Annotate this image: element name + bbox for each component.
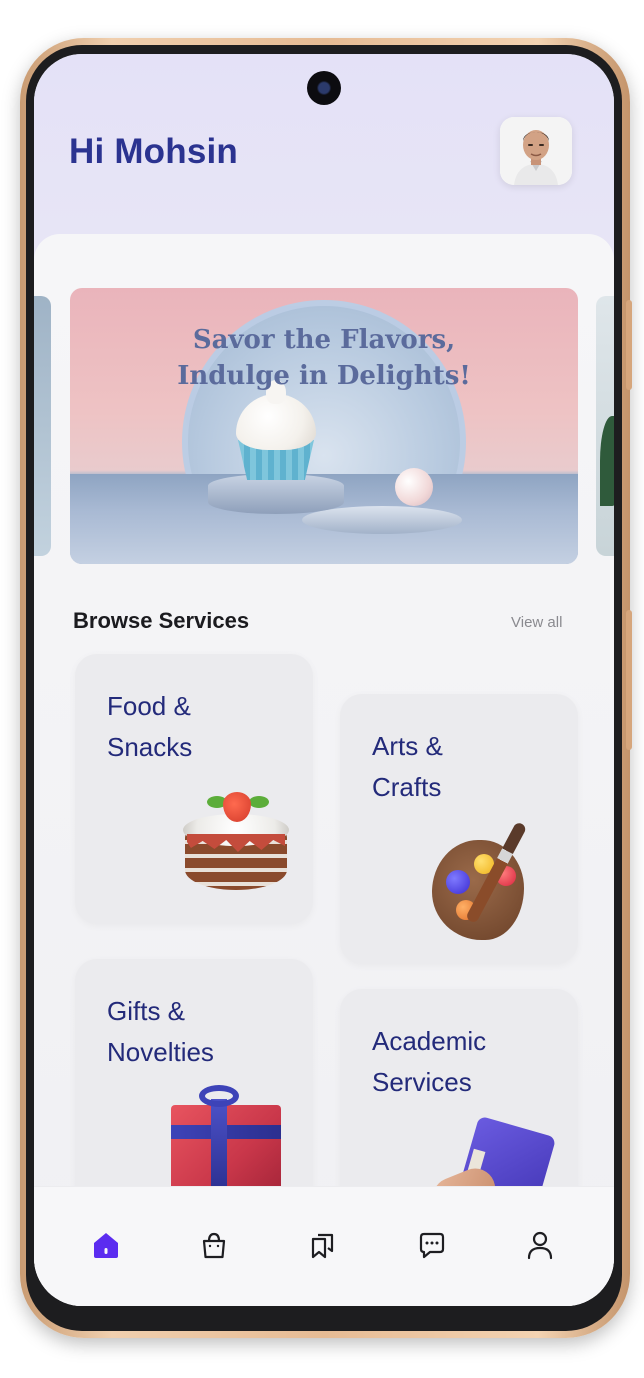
nav-profile[interactable]	[518, 1223, 562, 1267]
app-screen: Hi Mohsin Savor the Flavors, Indulge in	[34, 54, 614, 1306]
service-card-label: Food & Snacks	[107, 686, 192, 768]
browse-services-title: Browse Services	[73, 608, 250, 633]
banner-disc-decoration	[302, 506, 462, 534]
profile-avatar[interactable]	[500, 117, 572, 185]
gift-bow	[199, 1085, 239, 1107]
banner-headline: Savor the Flavors, Indulge in Delights!	[70, 322, 578, 394]
banner-pedestal-decoration	[208, 474, 344, 514]
phone-side-button	[626, 610, 632, 750]
home-icon	[94, 1233, 118, 1258]
service-card-label-line-1: Arts &	[372, 731, 443, 761]
bottom-navigation	[34, 1186, 614, 1306]
banner-headline-line-1: Savor the Flavors,	[192, 325, 456, 355]
carousel-prev-slide[interactable]	[34, 296, 51, 556]
avatar-photo	[500, 117, 572, 185]
phone-side-button	[626, 300, 632, 390]
leaf-decoration	[600, 416, 614, 506]
service-card-label-line-2: Services	[372, 1067, 472, 1097]
front-camera	[307, 71, 341, 105]
service-card-label-line-2: Novelties	[107, 1037, 214, 1067]
gift-ribbon	[211, 1099, 227, 1195]
nav-saved[interactable]	[301, 1223, 345, 1267]
nav-home[interactable]	[84, 1223, 128, 1267]
service-card-label-line-1: Academic	[372, 1026, 487, 1056]
bookmarks-icon	[311, 1233, 334, 1259]
nav-messages[interactable]	[410, 1223, 454, 1267]
service-card-label: Academic Services	[372, 1021, 486, 1103]
service-card-label: Arts & Crafts	[372, 726, 443, 808]
banner-sphere-decoration	[395, 468, 433, 506]
banner-headline-line-2: Indulge in Delights!	[177, 361, 471, 391]
service-card-label-line-1: Food &	[107, 691, 191, 721]
service-card-label-line-1: Gifts &	[107, 996, 186, 1026]
nav-shop[interactable]	[192, 1223, 236, 1267]
paint-dot-blue	[446, 870, 470, 894]
service-card-label-line-2: Crafts	[372, 772, 442, 802]
profile-icon	[527, 1231, 553, 1260]
greeting-title: Hi Mohsin	[69, 132, 239, 171]
service-card-arts-crafts[interactable]: Arts & Crafts	[340, 694, 578, 964]
promo-banner[interactable]: Savor the Flavors, Indulge in Delights!	[70, 288, 578, 564]
shopping-bag-icon	[202, 1232, 226, 1259]
cake-leaf	[249, 796, 269, 808]
service-card-label: Gifts & Novelties	[107, 991, 214, 1073]
service-card-food-snacks[interactable]: Food & Snacks	[75, 654, 313, 924]
view-all-link[interactable]: View all	[511, 614, 562, 631]
carousel-next-slide[interactable]	[596, 296, 614, 556]
chat-icon	[419, 1232, 445, 1259]
service-card-label-line-2: Snacks	[107, 732, 193, 762]
